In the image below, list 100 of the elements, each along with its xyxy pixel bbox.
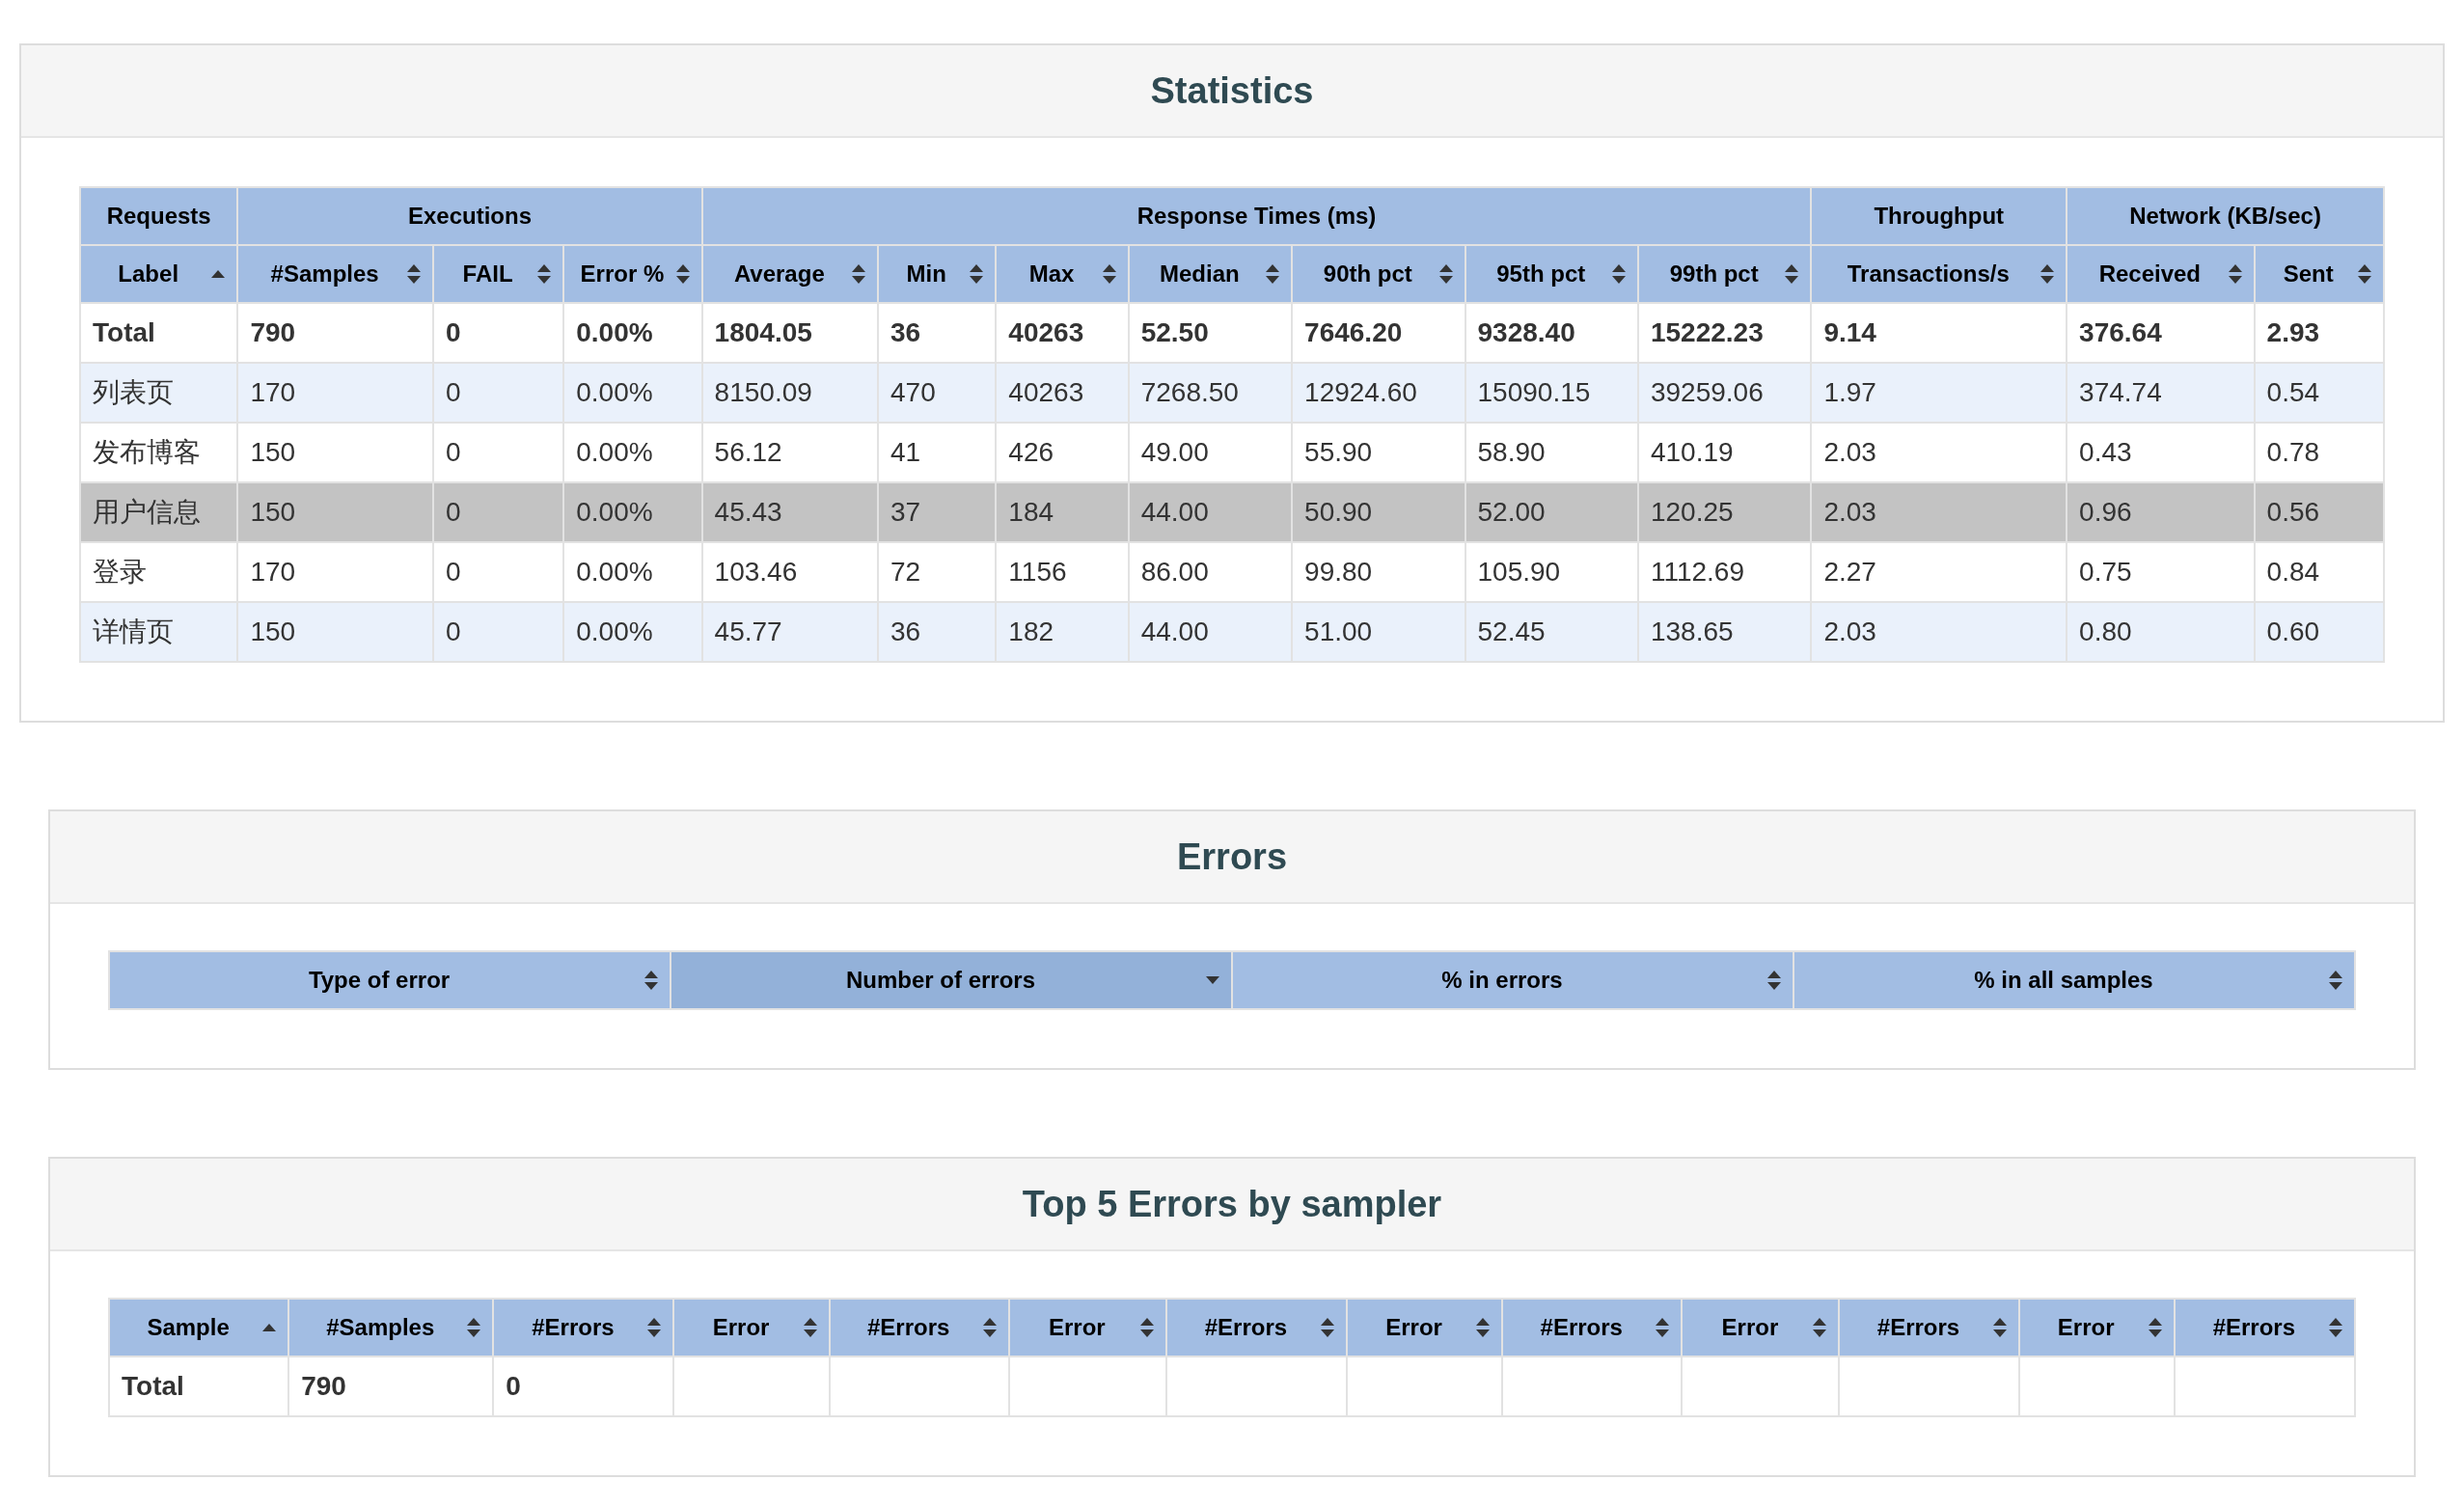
column-header[interactable]: Error % [563, 245, 702, 303]
group-header: Response Times (ms) [701, 187, 1812, 245]
column-header[interactable]: Min [878, 245, 997, 303]
column-header[interactable]: #Errors [1502, 1299, 1683, 1356]
table-cell: 0.00% [576, 497, 653, 527]
table-cell: 105.90 [1477, 557, 1561, 587]
column-header[interactable]: Average [701, 245, 879, 303]
table-cell: 0 [445, 317, 461, 347]
table-cell: 99.80 [1304, 557, 1373, 587]
table-cell: 0.00% [576, 616, 653, 646]
table-cell: 2.03 [1823, 497, 1876, 527]
column-header[interactable]: #Errors [1839, 1299, 2019, 1356]
table-row[interactable]: 发布博客 150 0 0.00% 56.12 41 426 49.00 55.90 58.90 410.19 2.03 0.43 0.78 [80, 423, 2384, 482]
table-cell: 9328.40 [1477, 317, 1575, 347]
table-row[interactable]: 详情页 150 0 0.00% 45.77 36 182 44.00 51.00 52.45 138.65 2.03 0.80 0.60 [80, 602, 2384, 662]
table-cell: 52.50 [1140, 317, 1209, 347]
table-cell: 170 [250, 377, 296, 407]
sort-arrows-icon [970, 264, 984, 284]
table-cell: 72 [890, 557, 921, 587]
table-cell: Total [122, 1371, 184, 1401]
table-cell: 790 [250, 317, 296, 347]
table-cell: 0.56 [2266, 497, 2320, 527]
column-header[interactable]: Error [673, 1299, 830, 1356]
table-cell: 0.84 [2266, 557, 2320, 587]
column-header[interactable]: Number of errors [671, 951, 1232, 1009]
column-header[interactable]: Max [996, 245, 1129, 303]
table-cell: 1156 [1008, 557, 1067, 587]
table-cell: 44.00 [1140, 616, 1209, 646]
table-cell: 790 [301, 1371, 346, 1401]
panel-title: Top 5 Errors by sampler [1022, 1182, 1442, 1226]
table-cell: 52.00 [1477, 497, 1546, 527]
column-header[interactable]: Sent [2254, 245, 2384, 303]
table-cell: Total [93, 317, 155, 347]
column-header[interactable]: Error [1682, 1299, 1840, 1356]
column-header[interactable]: 90th pct [1292, 245, 1465, 303]
table-row[interactable]: 登录 170 0 0.00% 103.46 72 1156 86.00 99.80 105.90 1112.69 2.27 0.75 0.84 [80, 542, 2384, 602]
table-row[interactable]: 用户信息 150 0 0.00% 45.43 37 184 44.00 50.90 52.00 120.25 2.03 0.96 0.56 [80, 482, 2384, 542]
table-row[interactable]: Total 790 0 0.00% 1804.05 36 40263 52.50 7646.20 9328.40 15222.23 9.14 376.64 2.93 [80, 303, 2384, 363]
table-cell: 45.43 [714, 497, 782, 527]
column-header[interactable]: Error [1008, 1299, 1166, 1356]
column-header[interactable]: #Errors [493, 1299, 674, 1356]
column-header[interactable]: FAIL [432, 245, 564, 303]
sort-arrows-icon [2329, 971, 2342, 990]
sort-arrows-icon [647, 1318, 662, 1337]
sort-arrows-icon [1102, 264, 1116, 284]
sort-arrows-icon [803, 1318, 817, 1337]
column-header[interactable]: % in errors [1232, 951, 1793, 1009]
column-header[interactable]: Label [80, 245, 238, 303]
sort-arrows-icon [2358, 264, 2371, 284]
column-header[interactable]: Error [1347, 1299, 1503, 1356]
table-cell: 410.19 [1650, 437, 1734, 467]
table-cell: 2.03 [1823, 616, 1876, 646]
column-header[interactable]: Type of error [109, 951, 671, 1009]
column-header[interactable]: #Samples [237, 245, 433, 303]
table-cell: 15222.23 [1650, 317, 1764, 347]
table-cell: 1112.69 [1650, 557, 1744, 587]
table-cell: 0 [445, 616, 461, 646]
column-header[interactable]: #Errors [2174, 1299, 2355, 1356]
table-cell: 55.90 [1304, 437, 1373, 467]
table-cell: 0.78 [2266, 437, 2320, 467]
table-cell: 56.12 [714, 437, 782, 467]
table-cell: 150 [250, 437, 296, 467]
sort-arrows-icon [406, 264, 421, 284]
column-header[interactable]: #Errors [1165, 1299, 1348, 1356]
sort-arrows-icon [1266, 264, 1280, 284]
table-cell: 36 [890, 616, 921, 646]
table-cell: 登录 [93, 557, 147, 587]
table-cell: 1.97 [1823, 377, 1876, 407]
table-cell: 45.77 [714, 616, 782, 646]
group-header: Requests [80, 187, 238, 245]
table-cell: 103.46 [714, 557, 798, 587]
table-cell: 1804.05 [714, 317, 812, 347]
sort-arrows-icon [1813, 1318, 1827, 1337]
table-cell: 2.27 [1823, 557, 1876, 587]
sort-up-icon [211, 270, 226, 278]
column-header[interactable]: Sample [109, 1299, 289, 1356]
column-header[interactable]: Received [2067, 245, 2255, 303]
table-row[interactable]: Total 790 0 [109, 1356, 2355, 1416]
column-header[interactable]: Median [1128, 245, 1293, 303]
table-cell: 详情页 [93, 616, 174, 646]
table-cell: 0.00% [576, 377, 653, 407]
column-header[interactable]: #Samples [288, 1299, 494, 1356]
table-cell: 470 [890, 377, 936, 407]
sort-arrows-icon [2228, 264, 2242, 284]
sort-arrows-icon [852, 264, 866, 284]
column-header[interactable]: Error [2018, 1299, 2175, 1356]
column-header[interactable]: #Errors [829, 1299, 1009, 1356]
sort-arrows-icon [2148, 1318, 2162, 1337]
sort-arrows-icon [2329, 1318, 2342, 1337]
panel-title: Errors [1176, 835, 1288, 879]
table-cell: 44.00 [1140, 497, 1209, 527]
table-cell: 0.80 [2079, 616, 2132, 646]
column-header[interactable]: 95th pct [1465, 245, 1638, 303]
column-header[interactable]: 99th pct [1637, 245, 1812, 303]
column-header[interactable]: % in all samples [1793, 951, 2355, 1009]
table-cell: 184 [1008, 497, 1054, 527]
sort-arrows-icon [1321, 1318, 1335, 1337]
table-cell: 列表页 [93, 377, 174, 407]
table-row[interactable]: 列表页 170 0 0.00% 8150.09 470 40263 7268.50 12924.60 15090.15 39259.06 1.97 374.74 0.54 [80, 363, 2384, 423]
column-header[interactable]: Transactions/s [1811, 245, 2067, 303]
